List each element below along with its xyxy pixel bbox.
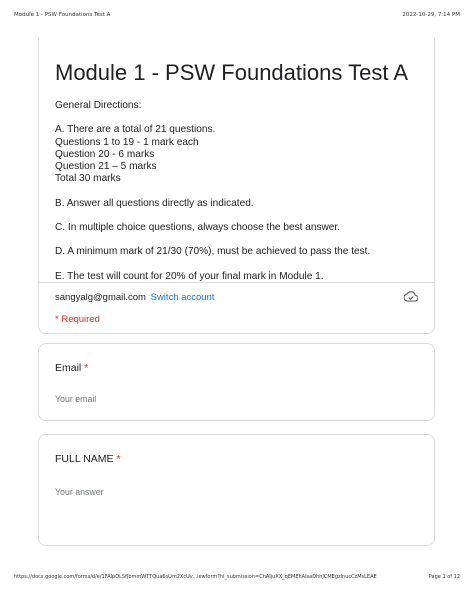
question-label: FULL NAME (55, 453, 114, 465)
directions-line: A. There are a total of 21 questions. (55, 124, 216, 136)
question-card-full-name: FULL NAME * Your answer (38, 434, 435, 546)
directions-spacer (55, 234, 425, 246)
print-footer-page-number: Page 1 of 12 (428, 574, 460, 580)
switch-account-link[interactable]: Switch account (151, 292, 215, 303)
directions-spacer (55, 112, 425, 124)
form-title: Module 1 - PSW Foundations Test A (55, 60, 408, 85)
print-footer: https://docs.google.com/forms/d/e/1FAIpQ… (14, 574, 460, 584)
directions-spacer (55, 210, 425, 222)
directions-spacer (55, 185, 425, 197)
required-note: * Required (55, 314, 100, 325)
directions-line: Total 30 marks (55, 173, 121, 185)
required-star: * (116, 453, 121, 465)
question-label: Email (55, 362, 82, 374)
directions-line: B. Answer all questions directly as indi… (55, 197, 254, 209)
cloud-done-icon (403, 290, 419, 302)
question-title: FULL NAME * (55, 453, 121, 466)
print-header-timestamp: 2022-10-29, 7:14 PM (402, 12, 460, 18)
form-directions: General Directions: A. There are a total… (55, 100, 425, 283)
form-header-card: Module 1 - PSW Foundations Test A Genera… (38, 38, 435, 334)
directions-line: General Directions: (55, 100, 142, 111)
directions-line: Question 21 – 5 marks (55, 160, 157, 172)
directions-spacer (55, 258, 425, 270)
header-divider (39, 282, 434, 283)
directions-line: D. A minimum mark of 21/30 (70%), must b… (55, 246, 371, 258)
account-row: sangyalg@gmail.com Switch account (55, 292, 215, 304)
question-card-email: Email * Your email (38, 343, 435, 421)
email-input[interactable]: Your email (55, 394, 96, 405)
print-footer-url: https://docs.google.com/forms/d/e/1FAIpQ… (14, 574, 377, 580)
question-title: Email * (55, 362, 88, 375)
directions-line: C. In multiple choice questions, always … (55, 221, 341, 233)
print-header-title: Module 1 - PSW Foundations Test A (14, 12, 111, 18)
account-email: sangyalg@gmail.com (55, 292, 146, 303)
required-star: * (84, 362, 89, 374)
directions-line: E. The test will count for 20% of your f… (55, 270, 324, 282)
full-name-input[interactable]: Your answer (55, 487, 104, 498)
directions-line: Question 20 - 6 marks (55, 148, 155, 160)
directions-line: Questions 1 to 19 - 1 mark each (55, 136, 199, 148)
print-header: Module 1 - PSW Foundations Test A 2022-1… (14, 12, 460, 22)
